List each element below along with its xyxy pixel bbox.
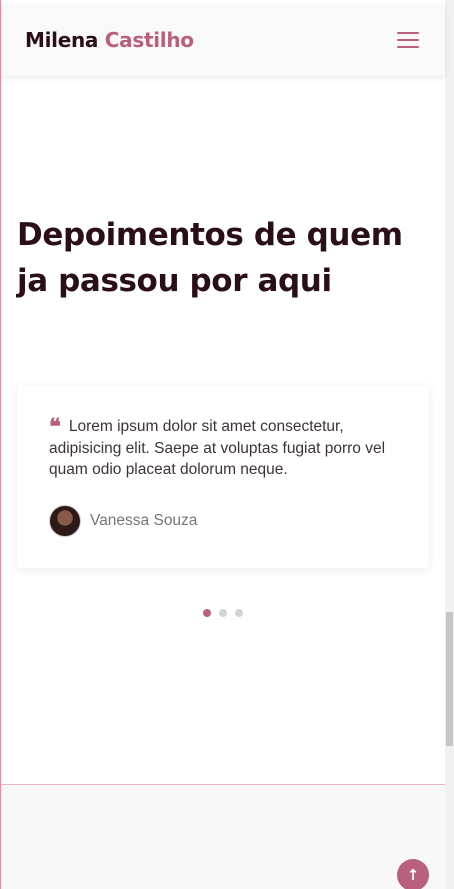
hamburger-menu-icon[interactable] [397, 32, 419, 48]
hamburger-line [397, 46, 419, 48]
author-name: Vanessa Souza [90, 512, 198, 529]
hamburger-line [397, 39, 419, 41]
avatar [49, 505, 81, 537]
scrollbar-thumb[interactable] [446, 612, 453, 746]
quote-icon: ❝ [49, 414, 61, 440]
carousel-pagination [203, 609, 243, 617]
hamburger-line [397, 32, 419, 34]
back-to-top-button[interactable]: ↑ [397, 859, 429, 889]
testimonial-text: Lorem ipsum dolor sit amet consectetur, … [49, 418, 386, 478]
navbar: Milena Castilho [1, 4, 445, 76]
section-heading: Depoimentos de quem ja passou por aqui [17, 217, 403, 299]
brand-first-name: Milena [25, 28, 99, 52]
testimonial-quote: ❝ Lorem ipsum dolor sit amet consectetur,… [49, 416, 397, 480]
testimonial-card: ❝ Lorem ipsum dolor sit amet consectetur,… [17, 385, 429, 568]
arrow-up-icon: ↑ [406, 866, 420, 884]
carousel-dot-1[interactable] [203, 609, 211, 617]
brand-logo[interactable]: Milena Castilho [25, 28, 194, 52]
carousel-dot-2[interactable] [219, 609, 227, 617]
brand-last-name: Castilho [104, 28, 194, 52]
scrollbar[interactable] [445, 0, 454, 889]
footer [1, 784, 445, 889]
carousel-dot-3[interactable] [235, 609, 243, 617]
testimonial-author: Vanessa Souza [49, 505, 397, 537]
